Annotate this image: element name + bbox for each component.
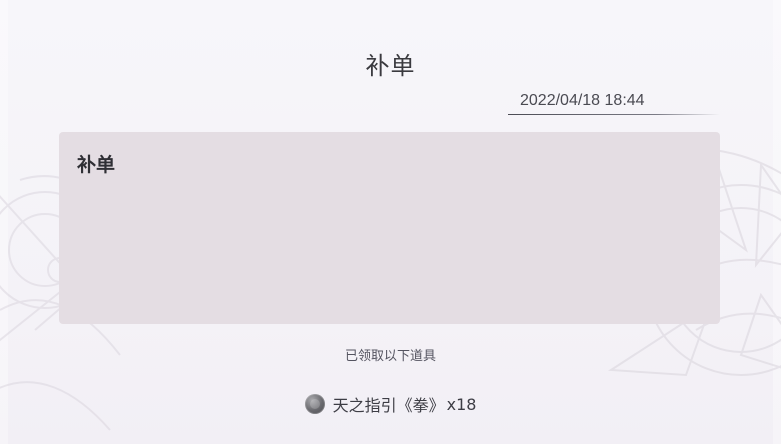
date-underline [508, 114, 720, 115]
reward-icon [304, 394, 325, 414]
reward-text: 天之指引《拳》 x18 [333, 392, 477, 416]
mail-content-text: 补单 [77, 154, 116, 176]
reward-name: 天之指引《拳》 [332, 396, 445, 415]
received-label: 已领取以下道具 [344, 349, 436, 364]
mail-detail-panel: 补单 2022/04/18 18:44 补单 已领取以下道具 天之指引《拳》 x… [0, 0, 781, 444]
mail-date: 2022/04/18 18:44 [520, 92, 645, 109]
reward-quantity: x18 [446, 394, 477, 414]
reward-item-row: 天之指引《拳》 x18 [0, 392, 781, 416]
mail-content-box: 补单 [59, 132, 720, 324]
page-title: 补单 [365, 52, 416, 80]
